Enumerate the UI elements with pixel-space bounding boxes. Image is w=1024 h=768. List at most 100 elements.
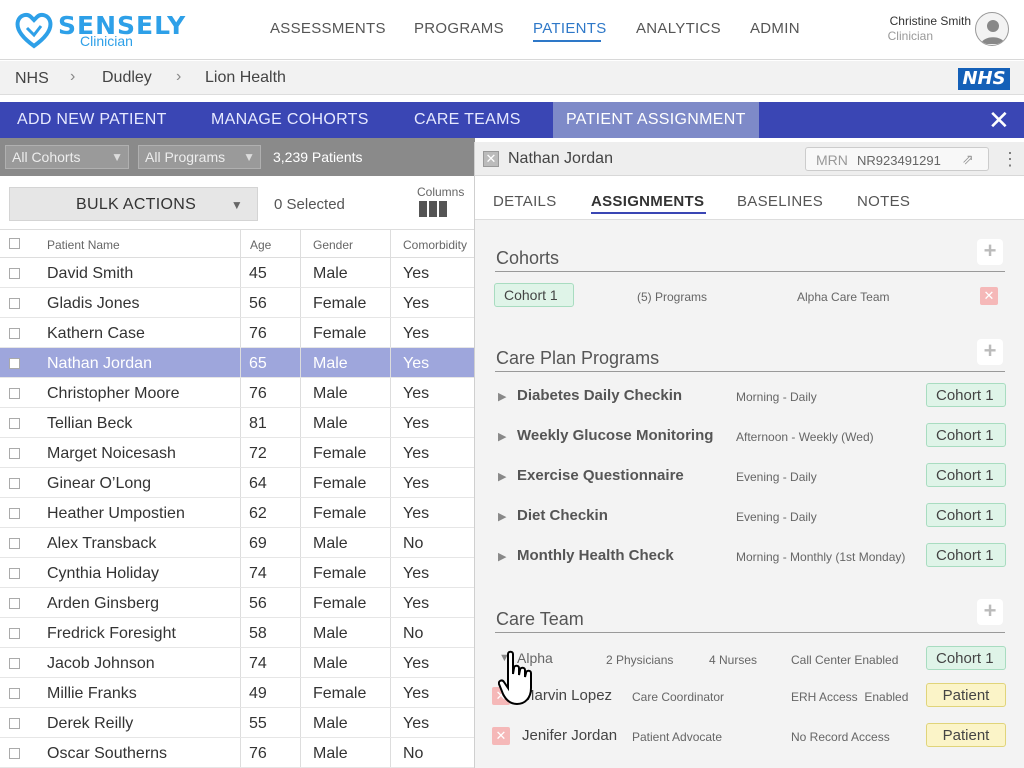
sensely-logo[interactable]: SENSELY Clinician (14, 10, 185, 50)
program-schedule: Evening - Daily (736, 470, 817, 484)
tab-baselines[interactable]: BASELINES (737, 193, 823, 210)
row-checkbox[interactable] (9, 328, 20, 339)
breadcrumb-dudley[interactable]: Dudley (102, 69, 152, 87)
table-row[interactable]: David Smith 45 Male Yes (0, 258, 475, 288)
nav-analytics[interactable]: ANALYTICS (636, 20, 721, 37)
table-row[interactable]: Gladis Jones 56 Female Yes (0, 288, 475, 318)
row-checkbox[interactable] (9, 418, 20, 429)
cohort-filter-select[interactable]: All Cohorts ▼ (5, 145, 129, 169)
program-cohort-pill[interactable]: Cohort 1 (926, 503, 1006, 527)
external-link-icon[interactable]: ⇗ (962, 151, 974, 168)
table-row[interactable]: Christopher Moore 76 Male Yes (0, 378, 475, 408)
row-checkbox[interactable] (9, 508, 20, 519)
tab-care-teams[interactable]: CARE TEAMS (414, 111, 521, 129)
expand-triangle-icon[interactable]: ▶ (498, 470, 506, 483)
table-row[interactable]: Marget Noicesash 72 Female Yes (0, 438, 475, 468)
tab-notes[interactable]: NOTES (857, 193, 910, 210)
member-tag-pill[interactable]: Patient (926, 683, 1006, 707)
header-patient-name[interactable]: Patient Name (47, 238, 120, 252)
row-checkbox[interactable] (9, 298, 20, 309)
row-checkbox[interactable] (9, 598, 20, 609)
row-checkbox[interactable] (9, 658, 20, 669)
expand-triangle-icon[interactable]: ▶ (498, 550, 506, 563)
program-cohort-pill[interactable]: Cohort 1 (926, 463, 1006, 487)
header-comorbidity[interactable]: Comorbidity (403, 238, 467, 252)
expand-triangle-icon[interactable]: ▶ (498, 510, 506, 523)
table-row[interactable]: Fredrick Foresight 58 Male No (0, 618, 475, 648)
table-row[interactable]: Heather Umpostien 62 Female Yes (0, 498, 475, 528)
close-panel-icon[interactable]: ✕ (483, 151, 499, 167)
table-row[interactable]: Alex Transback 69 Male No (0, 528, 475, 558)
program-cohort-pill[interactable]: Cohort 1 (926, 383, 1006, 407)
mrn-label: MRN (816, 152, 848, 168)
columns-icon[interactable] (419, 201, 447, 217)
row-checkbox[interactable] (9, 688, 20, 699)
tab-add-new-patient[interactable]: ADD NEW PATIENT (17, 111, 167, 129)
breadcrumb-nhs[interactable]: NHS (15, 70, 49, 88)
row-checkbox[interactable] (9, 568, 20, 579)
bulk-actions-dropdown[interactable]: BULK ACTIONS ▼ (9, 187, 258, 221)
breadcrumb-lion-health[interactable]: Lion Health (205, 69, 286, 87)
row-checkbox[interactable] (9, 628, 20, 639)
cell-comorbidity: Yes (403, 355, 430, 372)
expand-triangle-icon[interactable]: ▶ (498, 430, 506, 443)
header-gender[interactable]: Gender (313, 238, 353, 252)
cell-age: 65 (249, 355, 267, 372)
add-cohort-plus-icon[interactable]: + (977, 239, 1003, 265)
tab-details[interactable]: DETAILS (493, 193, 557, 210)
table-row[interactable]: Oscar Southerns 76 Male No (0, 738, 475, 768)
nav-admin[interactable]: ADMIN (750, 20, 800, 37)
nav-assessments[interactable]: ASSESSMENTS (270, 20, 386, 37)
tab-assignments[interactable]: ASSIGNMENTS (591, 193, 704, 210)
row-checkbox[interactable] (9, 388, 20, 399)
add-care-team-plus-icon[interactable]: + (977, 599, 1003, 625)
table-row[interactable]: Nathan Jordan 65 Male Yes (0, 348, 475, 378)
program-cohort-pill[interactable]: Cohort 1 (926, 543, 1006, 567)
row-checkbox[interactable] (9, 538, 20, 549)
table-row[interactable]: Derek Reilly 55 Male Yes (0, 708, 475, 738)
cohort-pill[interactable]: Cohort 1 (494, 283, 574, 307)
program-filter-select[interactable]: All Programs ▼ (138, 145, 261, 169)
cell-patient-name: Jacob Johnson (47, 655, 155, 672)
remove-member-close-icon[interactable]: ✕ (492, 727, 510, 745)
mrn-field[interactable]: MRN NR923491291 ⇗ (805, 147, 989, 171)
user-name[interactable]: Christine Smith (890, 14, 971, 28)
table-row[interactable]: Jacob Johnson 74 Male Yes (0, 648, 475, 678)
tab-manage-cohorts[interactable]: MANAGE COHORTS (211, 111, 369, 129)
cohort-filter-value: All Cohorts (12, 149, 81, 165)
table-row[interactable]: Ginear O’Long 64 Female Yes (0, 468, 475, 498)
program-schedule: Morning - Daily (736, 390, 817, 404)
close-icon[interactable]: ✕ (988, 106, 1010, 134)
add-program-plus-icon[interactable]: + (977, 339, 1003, 365)
program-cohort-pill[interactable]: Cohort 1 (926, 423, 1006, 447)
nav-patients[interactable]: PATIENTS (533, 20, 607, 37)
member-tag-pill[interactable]: Patient (926, 723, 1006, 747)
table-row[interactable]: Millie Franks 49 Female Yes (0, 678, 475, 708)
table-row[interactable]: Arden Ginsberg 56 Female Yes (0, 588, 475, 618)
more-options-icon[interactable]: ⋮ (1001, 150, 1019, 168)
table-row[interactable]: Tellian Beck 81 Male Yes (0, 408, 475, 438)
table-row[interactable]: Cynthia Holiday 74 Female Yes (0, 558, 475, 588)
remove-cohort-close-icon[interactable]: ✕ (980, 287, 998, 305)
select-all-checkbox[interactable] (9, 238, 20, 249)
heart-logo-icon (15, 12, 53, 49)
header-age[interactable]: Age (250, 238, 271, 252)
row-checkbox[interactable] (9, 718, 20, 729)
tab-patient-assignment[interactable]: PATIENT ASSIGNMENT (553, 102, 759, 138)
expand-triangle-icon[interactable]: ▶ (498, 390, 506, 403)
row-checkbox[interactable] (9, 448, 20, 459)
row-checkbox[interactable] (9, 478, 20, 489)
table-row[interactable]: Kathern Case 76 Female Yes (0, 318, 475, 348)
avatar[interactable] (975, 12, 1009, 46)
row-checkbox[interactable] (9, 358, 20, 369)
row-checkbox[interactable] (9, 748, 20, 759)
program-name: Monthly Health Check (517, 547, 674, 564)
row-checkbox[interactable] (9, 268, 20, 279)
cell-age: 76 (249, 385, 267, 402)
nhs-logo: NHS (958, 68, 1010, 90)
cell-age: 72 (249, 445, 267, 462)
nav-programs[interactable]: PROGRAMS (414, 20, 504, 37)
panel-tabs: DETAILS ASSIGNMENTS BASELINES NOTES (475, 176, 1024, 220)
program-schedule: Afternoon - Weekly (Wed) (736, 430, 874, 444)
care-team-cohort-pill[interactable]: Cohort 1 (926, 646, 1006, 670)
